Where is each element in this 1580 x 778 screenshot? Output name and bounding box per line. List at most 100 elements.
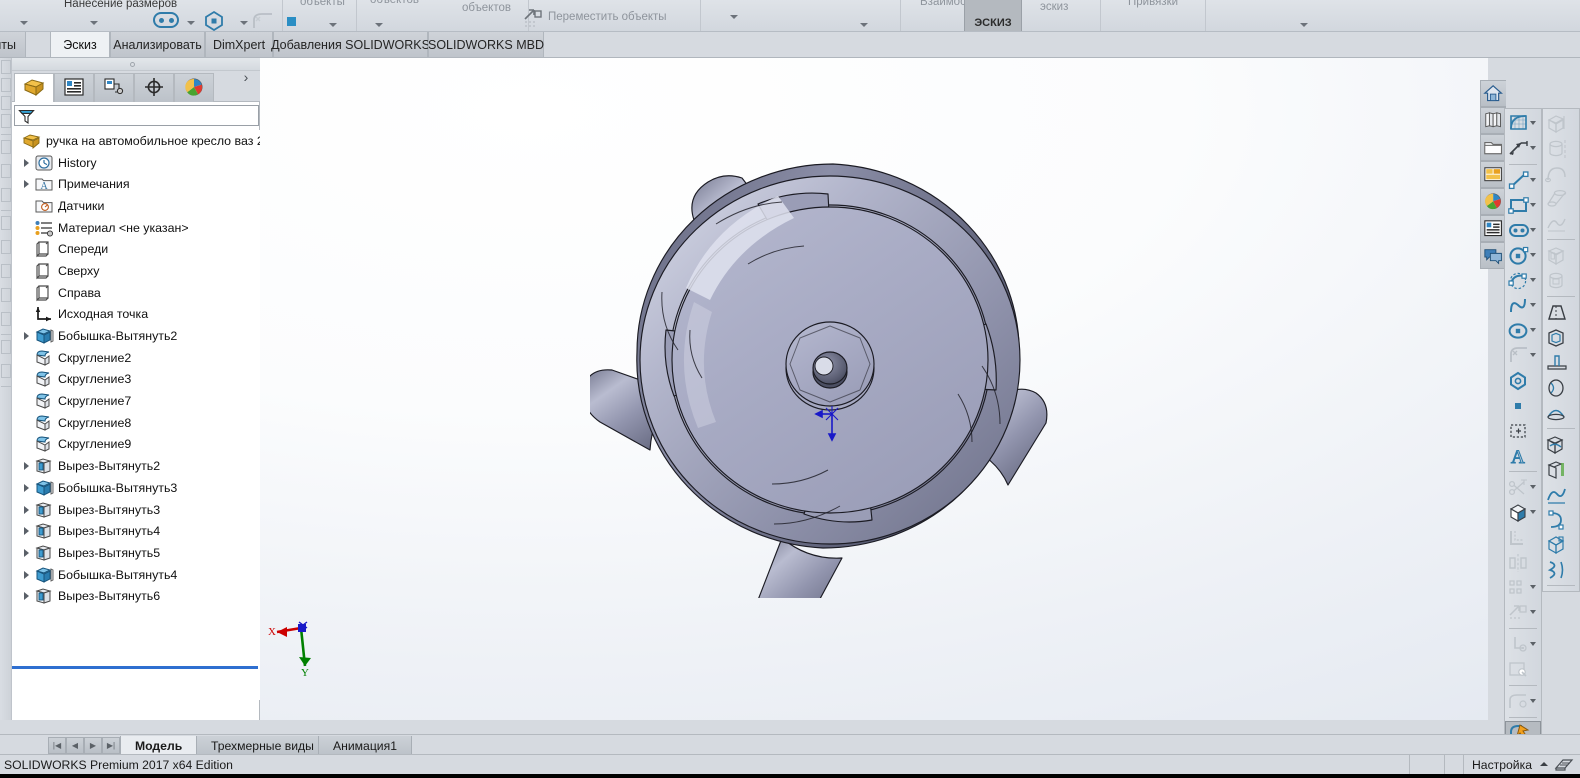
expand-arrow-icon[interactable] (20, 481, 34, 495)
line-button[interactable] (1505, 168, 1541, 193)
circle-button[interactable] (1505, 243, 1541, 268)
chevron-down-icon[interactable] (240, 20, 249, 27)
chevron-down-icon[interactable] (1530, 121, 1538, 127)
expand-arrow-icon[interactable] (20, 589, 34, 603)
chevron-down-icon[interactable] (911, 58, 921, 59)
tree-item[interactable]: Датчики (0, 195, 260, 217)
tab-элементы[interactable]: Элементы (0, 32, 26, 58)
solidworks-resources-tab[interactable] (1480, 80, 1506, 107)
right-toolbar-zone[interactable]: A (1480, 58, 1580, 749)
tab-nav-arrow[interactable]: ▶ (84, 737, 102, 754)
rectangle-button[interactable] (1505, 193, 1541, 218)
chevron-down-icon[interactable] (860, 22, 869, 29)
solidworks-forum-tab[interactable] (1480, 242, 1506, 269)
tree-item[interactable]: Исходная точка (0, 304, 260, 326)
custom-properties-tab[interactable] (1480, 215, 1506, 242)
point-button[interactable] (1505, 393, 1541, 418)
feature-tree-filter-input[interactable] (14, 105, 259, 126)
expand-arrow-icon[interactable] (20, 156, 34, 170)
graphics-viewport[interactable]: ◀▶—❐✕ X Y (260, 58, 1488, 720)
tree-item[interactable]: History (0, 152, 260, 174)
tree-item[interactable]: Спереди (0, 238, 260, 260)
view-palette-tab[interactable] (1480, 161, 1506, 188)
overwrite-mode-icon[interactable] (1554, 757, 1574, 773)
slot-icon[interactable] (153, 12, 179, 28)
chevron-down-icon[interactable] (1530, 253, 1538, 259)
dimxpert-manager-tab[interactable] (134, 73, 174, 102)
view-orientation-button[interactable] (809, 58, 833, 59)
expand-arrow-icon[interactable] (20, 503, 34, 517)
tab-dimxpert[interactable]: DimXpert (205, 32, 273, 58)
features-toolbar[interactable] (1542, 108, 1580, 592)
tree-item[interactable]: Бобышка-Вытянуть3 (0, 477, 260, 499)
polygon-icon[interactable] (203, 10, 225, 32)
tree-item[interactable]: Справа (0, 282, 260, 304)
hide-show-items-button[interactable] (885, 58, 909, 59)
chevron-down-icon[interactable] (1530, 146, 1538, 152)
chevron-down-icon[interactable] (20, 20, 29, 27)
dimension-icon[interactable] (1, 60, 11, 74)
rollback-bar[interactable] (10, 666, 258, 669)
chevron-down-icon[interactable] (375, 22, 384, 29)
chevron-down-icon[interactable] (835, 58, 845, 59)
dimension-icon[interactable] (1, 188, 11, 202)
tree-item[interactable]: Скругление2 (0, 347, 260, 369)
grid-settings-button[interactable] (1505, 111, 1541, 136)
expand-arrow-icon[interactable] (20, 524, 34, 538)
file-explorer-tab[interactable] (1480, 134, 1506, 161)
indent-button[interactable] (1543, 532, 1579, 557)
freeform-button[interactable] (1543, 482, 1579, 507)
dimension-icon[interactable] (1, 240, 11, 254)
flex-button[interactable] (1543, 557, 1579, 582)
tab-эскиз[interactable]: Эскиз (50, 32, 110, 58)
chevron-down-icon[interactable] (187, 20, 196, 27)
appearances-scenes-tab[interactable] (1480, 188, 1506, 215)
expand-arrow-icon[interactable] (20, 568, 34, 582)
point-icon[interactable] (287, 17, 296, 26)
arc-button[interactable] (1505, 268, 1541, 293)
tree-item[interactable]: Сверху (0, 260, 260, 282)
sketch-toolbar[interactable]: A (1504, 108, 1542, 749)
tree-item[interactable]: Скругление8 (0, 412, 260, 434)
thicken-button[interactable] (1543, 457, 1579, 482)
chevron-down-icon[interactable] (1530, 178, 1538, 184)
shell-button[interactable] (1543, 325, 1579, 350)
dimension-icon[interactable] (1, 140, 11, 154)
dimension-icon[interactable] (1, 114, 11, 128)
dimension-icon[interactable] (1, 364, 11, 378)
display-manager-tab[interactable] (174, 73, 214, 102)
feature-tree-tab[interactable] (14, 73, 54, 102)
tab-navigation-arrows[interactable]: |◀ ◀ ▶ ▶| (48, 737, 120, 754)
plane-button[interactable] (1505, 418, 1541, 443)
chevron-down-icon[interactable] (1530, 228, 1538, 234)
chevron-down-icon[interactable] (730, 14, 739, 21)
text-button[interactable]: A (1505, 443, 1541, 468)
chevron-down-icon[interactable] (1530, 328, 1538, 334)
tree-item[interactable]: Скругление9 (0, 434, 260, 456)
ellipse-button[interactable] (1505, 318, 1541, 343)
tree-item[interactable]: Бобышка-Вытянуть4 (0, 564, 260, 586)
chevron-down-icon[interactable] (1300, 22, 1309, 29)
feature-manager-tabs[interactable] (0, 71, 260, 102)
tree-item[interactable]: Вырез-Вытянуть2 (0, 455, 260, 477)
design-library-tab[interactable] (1480, 107, 1506, 134)
feature-manager-panel[interactable]: › ручка на автомобильное кресло ваз 2105… (0, 58, 260, 778)
wrap-button[interactable] (1543, 375, 1579, 400)
dimension-icon[interactable] (1, 216, 11, 230)
dimension-icon[interactable] (1, 340, 11, 354)
tree-item[interactable]: Вырез-Вытянуть6 (0, 585, 260, 607)
tree-root-item[interactable]: ручка на автомобильное кресло ваз 2105 (0, 130, 260, 152)
chevron-down-icon[interactable] (1530, 203, 1538, 209)
expand-arrow-icon[interactable] (20, 177, 34, 191)
dimension-icon[interactable] (1, 264, 11, 278)
apply-scene-button[interactable] (949, 58, 973, 59)
chevron-down-icon[interactable] (975, 58, 985, 59)
chevron-down-icon[interactable] (90, 20, 99, 27)
tree-item[interactable]: Вырез-Вытянуть5 (0, 542, 260, 564)
polygon-button[interactable] (1505, 368, 1541, 393)
expand-arrow-icon[interactable] (20, 546, 34, 560)
deform-button[interactable] (1543, 507, 1579, 532)
previous-view-button[interactable] (757, 58, 781, 59)
display-style-button[interactable] (847, 58, 871, 59)
tab-solidworks-mbd[interactable]: SOLIDWORKS MBD (428, 32, 544, 58)
